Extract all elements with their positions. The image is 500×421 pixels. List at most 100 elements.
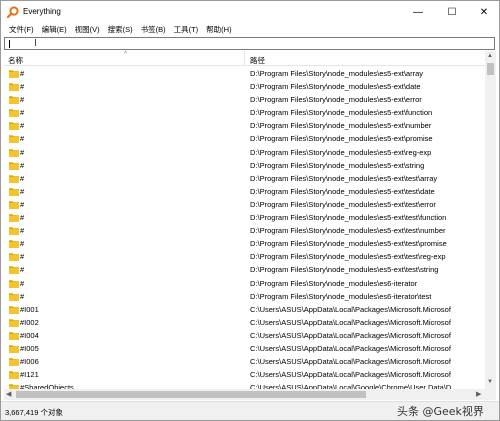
row-name: # [20, 121, 25, 131]
menu-file[interactable]: 文件(F) [5, 23, 38, 37]
scroll-up-icon[interactable]: ▲ [487, 53, 493, 59]
row-path: C:\Users\ASUS\AppData\Local\Packages\Mic… [250, 370, 451, 380]
row-path: D:\Program Files\Story\node_modules\es5-… [250, 199, 436, 209]
folder-icon [9, 371, 19, 380]
horizontal-scroll-thumb[interactable] [16, 391, 366, 398]
row-path: D:\Program Files\Story\node_modules\es5-… [250, 147, 432, 157]
table-row[interactable]: # D:\Program Files\Story\node_modules\es5… [4, 159, 485, 172]
folder-icon [9, 161, 19, 170]
scroll-right-icon[interactable]: ▶ [476, 390, 481, 398]
row-path: D:\Program Files\Story\node_modules\es5-… [250, 265, 439, 275]
row-name: # [20, 108, 25, 118]
table-row[interactable]: #SharedObjects C:\Users\ASUS\AppData\Loca… [4, 381, 485, 389]
object-count: 3,667,419 个对象 [5, 408, 63, 417]
folder-icon [9, 266, 19, 275]
scroll-left-icon[interactable]: ◀ [6, 390, 11, 398]
table-row[interactable]: # D:\Program Files\Story\node_modules\es5… [4, 119, 485, 132]
search-input[interactable] [4, 37, 495, 50]
table-row[interactable]: # D:\Program Files\Story\node_modules\es5… [4, 237, 485, 250]
row-name: # [20, 252, 25, 262]
row-path: D:\Program Files\Story\node_modules\es5-… [250, 186, 435, 196]
row-path: D:\Program Files\Story\node_modules\es5-… [250, 226, 446, 236]
horizontal-scrollbar[interactable]: ◀ ▶ [4, 389, 485, 400]
menu-edit[interactable]: 编辑(E) [38, 23, 71, 37]
menu-tools[interactable]: 工具(T) [170, 23, 203, 37]
close-icon: ✕ [479, 6, 489, 18]
table-row[interactable]: #I121 C:\Users\ASUS\AppData\Local\Package… [4, 368, 485, 381]
folder-icon [9, 292, 19, 301]
title-bar[interactable]: Everything — ☐ ✕ [1, 1, 499, 23]
minimize-button[interactable]: — [403, 1, 433, 23]
table-row[interactable]: # D:\Program Files\Story\node_modules\es5… [4, 80, 485, 93]
table-row[interactable]: # D:\Program Files\Story\node_modules\es5… [4, 224, 485, 237]
row-name: # [20, 226, 25, 236]
folder-icon [9, 174, 19, 183]
table-row[interactable]: # D:\Program Files\Story\node_modules\es5… [4, 67, 485, 80]
row-path: D:\Program Files\Story\node_modules\es5-… [250, 239, 447, 249]
folder-icon [9, 358, 19, 367]
row-path: D:\Program Files\Story\node_modules\es5-… [250, 213, 447, 223]
folder-icon [9, 332, 19, 340]
folder-icon [9, 240, 19, 249]
folder-icon [9, 70, 19, 78]
table-row[interactable]: # D:\Program Files\Story\node_modules\es5… [4, 106, 485, 119]
window-title: Everything [23, 7, 61, 16]
ibeam-cursor-icon: I [34, 38, 37, 49]
table-row[interactable]: # D:\Program Files\Story\node_modules\es5… [4, 172, 485, 185]
everything-window: Everything — ☐ ✕ 文件(F) 编辑(E) 视图(V) 搜索(S)… [0, 0, 500, 421]
results-header: 名称 ^ 路径 [4, 51, 485, 66]
vertical-scroll-thumb[interactable] [487, 63, 494, 75]
text-caret [9, 40, 10, 48]
table-row[interactable]: # D:\Program Files\Story\node_modules\es5… [4, 132, 485, 145]
row-name: # [20, 69, 25, 78]
row-name: #I005 [20, 343, 39, 353]
row-path: C:\Users\ASUS\AppData\Local\Packages\Mic… [250, 357, 451, 367]
row-path: D:\Program Files\Story\node_modules\es5-… [250, 69, 423, 78]
scrollbar-corner [485, 389, 496, 400]
folder-icon [9, 214, 19, 223]
row-name: # [20, 82, 25, 92]
vertical-scrollbar[interactable]: ▲ ▼ [485, 51, 496, 389]
table-row[interactable]: # D:\Program Files\Story\node_modules\es6… [4, 290, 485, 303]
row-name: #I001 [20, 304, 39, 314]
table-row[interactable]: #I002 C:\Users\ASUS\AppData\Local\Package… [4, 316, 485, 329]
table-row[interactable]: # D:\Program Files\Story\node_modules\es5… [4, 263, 485, 276]
maximize-button[interactable]: ☐ [437, 1, 467, 23]
menu-search[interactable]: 搜索(S) [104, 23, 137, 37]
table-row[interactable]: # D:\Program Files\Story\node_modules\es6… [4, 277, 485, 290]
menu-help[interactable]: 帮助(H) [202, 23, 235, 37]
close-button[interactable]: ✕ [469, 1, 499, 23]
row-path: D:\Program Files\Story\node_modules\es5-… [250, 121, 432, 131]
row-path: C:\Users\ASUS\AppData\Local\Packages\Mic… [250, 330, 451, 340]
folder-icon [9, 227, 19, 236]
column-header-path[interactable]: 路径 [250, 55, 265, 66]
menu-view[interactable]: 视图(V) [71, 23, 104, 37]
results-list[interactable]: # D:\Program Files\Story\node_modules\es5… [4, 67, 485, 389]
table-row[interactable]: # D:\Program Files\Story\node_modules\es5… [4, 250, 485, 263]
table-row[interactable]: # D:\Program Files\Story\node_modules\es5… [4, 198, 485, 211]
folder-icon [9, 148, 19, 157]
scroll-down-icon[interactable]: ▼ [487, 379, 493, 385]
row-name: # [20, 95, 25, 105]
column-header-name[interactable]: 名称 [8, 55, 23, 66]
table-row[interactable]: #I001 C:\Users\ASUS\AppData\Local\Package… [4, 303, 485, 316]
row-path: D:\Program Files\Story\node_modules\es6-… [250, 278, 418, 288]
table-row[interactable]: # D:\Program Files\Story\node_modules\es5… [4, 146, 485, 159]
table-row[interactable]: # D:\Program Files\Story\node_modules\es5… [4, 211, 485, 224]
minimize-icon: — [413, 6, 423, 18]
column-divider[interactable] [244, 51, 245, 66]
table-row[interactable]: #I006 C:\Users\ASUS\AppData\Local\Package… [4, 355, 485, 368]
row-name: # [20, 134, 25, 144]
table-row[interactable]: # D:\Program Files\Story\node_modules\es5… [4, 185, 485, 198]
row-path: D:\Program Files\Story\node_modules\es5-… [250, 252, 446, 262]
row-path: D:\Program Files\Story\node_modules\es5-… [250, 108, 433, 118]
table-row[interactable]: # D:\Program Files\Story\node_modules\es5… [4, 93, 485, 106]
folder-icon [9, 83, 19, 92]
row-name: # [20, 239, 25, 249]
row-name: # [20, 186, 25, 196]
table-row[interactable]: #I004 C:\Users\ASUS\AppData\Local\Package… [4, 329, 485, 342]
menu-bookmarks[interactable]: 书签(B) [137, 23, 170, 37]
folder-icon [9, 201, 19, 209]
row-path: D:\Program Files\Story\node_modules\es5-… [250, 160, 425, 170]
table-row[interactable]: #I005 C:\Users\ASUS\AppData\Local\Package… [4, 342, 485, 355]
